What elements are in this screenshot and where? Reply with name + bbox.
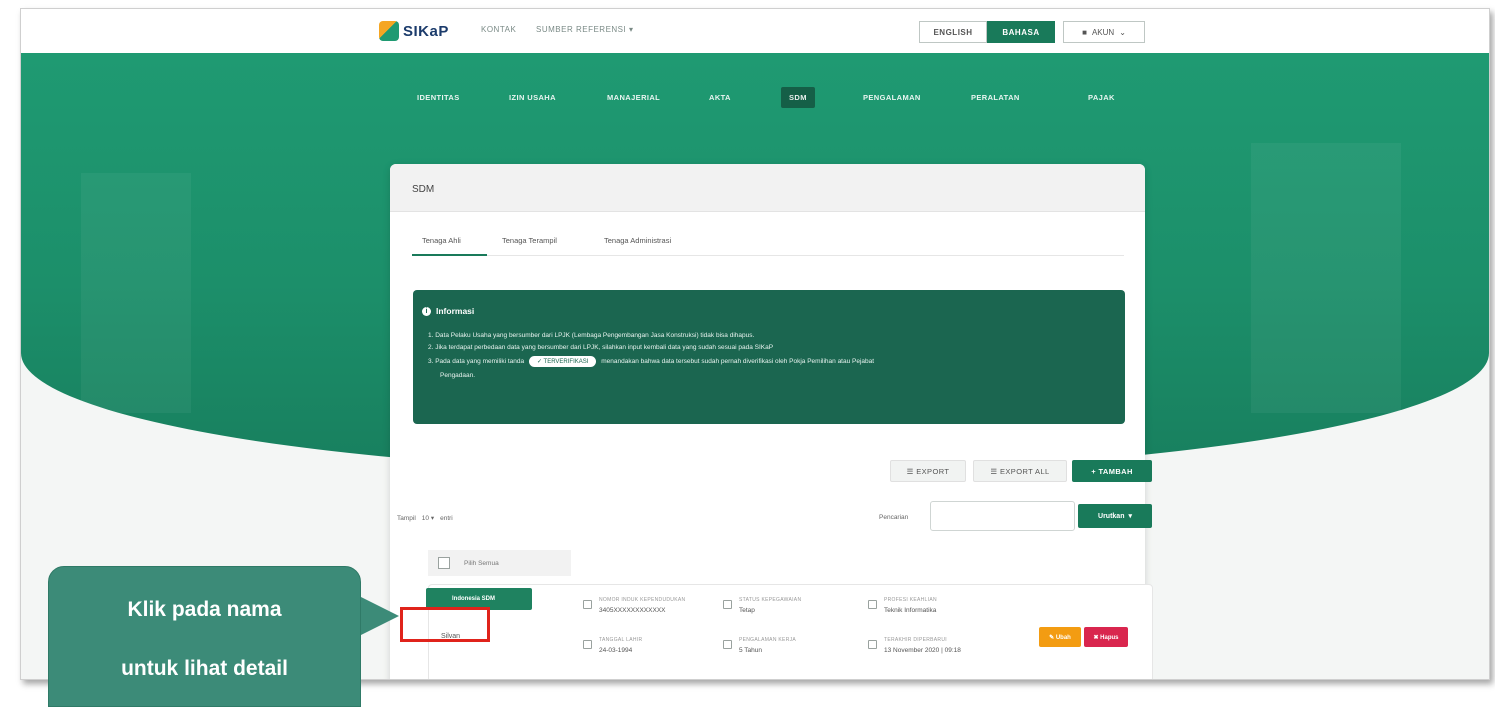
kontak-link[interactable]: KONTAK [481, 25, 516, 34]
nav-sdm[interactable]: SDM [781, 87, 815, 108]
edit-button[interactable]: ✎ Ubah [1039, 627, 1081, 647]
bahasa-button[interactable]: BAHASA [987, 21, 1055, 43]
delete-button[interactable]: ✖ Hapus [1084, 627, 1128, 647]
field-label: NOMOR INDUK KEPENDUDUKAN [599, 597, 686, 603]
nav-manajerial[interactable]: MANAJERIAL [607, 93, 660, 102]
sumber-referensi-link[interactable]: SUMBER REFERENSI ▾ [536, 25, 633, 34]
nav-identitas[interactable]: IDENTITAS [417, 93, 460, 102]
select-all[interactable]: Pilih Semua [428, 550, 571, 576]
field-label: TERAKHIR DIPERBARUI [884, 637, 947, 643]
info-line-1: 1. Data Pelaku Usaha yang bersumber dari… [428, 332, 755, 339]
building-decoration [1251, 143, 1401, 413]
field-status-kepegawaian: STATUS KEPEGAWAIAN Tetap [723, 597, 802, 614]
callout-line-2: untuk lihat detail [121, 657, 288, 680]
page-size-control: Tampil 10 ▾ entri [397, 514, 453, 523]
tab-divider [412, 255, 1124, 256]
select-all-label: Pilih Semua [464, 559, 499, 567]
user-icon: ■ [1082, 27, 1087, 37]
field-pengalaman-kerja: PENGALAMAN KERJA 5 Tahun [723, 637, 797, 654]
card-header: SDM [390, 164, 1145, 212]
field-label: PENGALAMAN KERJA [739, 637, 797, 643]
field-value: Tetap [739, 607, 755, 614]
field-label: STATUS KEPEGAWAIAN [739, 597, 802, 603]
callout-pointer [359, 596, 399, 636]
callout-line-1: Klik pada nama [127, 598, 282, 621]
search-input[interactable] [930, 501, 1075, 531]
list-item: Indonesia SDM Silvan NOMOR INDUK KEPENDU… [426, 584, 1153, 679]
tab-tenaga-terampil[interactable]: Tenaga Terampil [502, 236, 557, 245]
select-all-checkbox[interactable] [438, 557, 450, 569]
english-button[interactable]: ENGLISH [919, 21, 987, 43]
clock-icon [868, 640, 877, 649]
field-value: 24-03-1994 [599, 647, 633, 654]
nav-pengalaman[interactable]: PENGALAMAN [863, 93, 921, 102]
tab-tenaga-ahli[interactable]: Tenaga Ahli [422, 236, 461, 245]
logo-icon [379, 21, 399, 41]
add-button[interactable]: + TAMBAH [1072, 460, 1152, 482]
info-icon: i [422, 306, 431, 316]
chevron-down-icon: ⌄ [1119, 27, 1126, 37]
info-line-3: 3. Pada data yang memiliki tanda ✓ TERVE… [428, 356, 874, 367]
building-decoration [81, 173, 191, 413]
instruction-callout: Klik pada nama untuk lihat detail [48, 566, 361, 707]
caret-down-icon: ▾ [1128, 513, 1132, 520]
info-box: i Informasi 1. Data Pelaku Usaha yang be… [413, 290, 1125, 424]
export-all-button[interactable]: ☰ EXPORT ALL [973, 460, 1067, 482]
sort-button[interactable]: Urutkan ▾ [1078, 504, 1152, 528]
sikap-logo[interactable]: SIKaP [379, 21, 449, 41]
highlight-box [400, 607, 490, 642]
info-title-text: Informasi [436, 306, 475, 316]
nav-pajak[interactable]: PAJAK [1088, 93, 1115, 102]
field-tanggal-lahir: TANGGAL LAHIR 24-03-1994 [583, 637, 643, 654]
active-tab-indicator [412, 254, 487, 256]
tab-tenaga-administrasi[interactable]: Tenaga Administrasi [604, 236, 671, 245]
sort-label: Urutkan [1098, 512, 1125, 520]
field-value: 5 Tahun [739, 647, 763, 654]
logo-text: SIKaP [403, 22, 449, 40]
nav-peralatan[interactable]: PERALATAN [971, 93, 1020, 102]
info-line-3-start: 3. Pada data yang memiliki tanda [428, 358, 525, 365]
card-title: SDM [412, 184, 435, 195]
id-card-icon [583, 600, 592, 609]
account-label: AKUN [1091, 27, 1115, 37]
nav-izin-usaha[interactable]: IZIN USAHA [509, 93, 556, 102]
entries-label: entri [440, 514, 453, 522]
field-label: PROFESI KEAHLIAN [884, 597, 937, 603]
info-line-3-end: menandakan bahwa data tersebut sudah per… [601, 358, 875, 365]
field-profesi-keahlian: PROFESI KEAHLIAN Teknik Informatika [868, 597, 937, 614]
info-title: i Informasi [422, 306, 474, 316]
field-nik: NOMOR INDUK KEPENDUDUKAN 3405XXXXXXXXXXX… [583, 597, 686, 614]
field-label: TANGGAL LAHIR [599, 637, 643, 643]
field-value: 3405XXXXXXXXXXXX [599, 607, 666, 614]
field-value: 13 November 2020 | 09:18 [884, 647, 961, 654]
account-dropdown[interactable]: ■ AKUN ⌄ [1063, 21, 1145, 43]
export-button[interactable]: ☰ EXPORT [890, 460, 966, 482]
top-bar: SIKaP KONTAK SUMBER REFERENSI ▾ ENGLISH … [21, 9, 1489, 53]
sdm-card: SDM Tenaga Ahli Tenaga Terampil Tenaga A… [390, 164, 1153, 679]
info-line-4: Pengadaan. [440, 372, 476, 379]
show-label: Tampil [397, 514, 416, 522]
verified-pill: ✓ TERVERIFIKASI [528, 356, 597, 367]
info-line-2: 2. Jika terdapat perbedaan data yang ber… [428, 344, 774, 351]
person-icon [723, 600, 732, 609]
calendar-icon [583, 640, 592, 649]
field-terakhir-diperbarui: TERAKHIR DIPERBARUI 13 November 2020 | 0… [868, 637, 961, 654]
briefcase-icon [723, 640, 732, 649]
profession-icon [868, 600, 877, 609]
nav-akta[interactable]: AKTA [709, 93, 731, 102]
search-label: Pencarian [879, 514, 909, 521]
field-value: Teknik Informatika [884, 607, 937, 614]
page-size-select[interactable]: 10 ▾ [422, 514, 434, 522]
